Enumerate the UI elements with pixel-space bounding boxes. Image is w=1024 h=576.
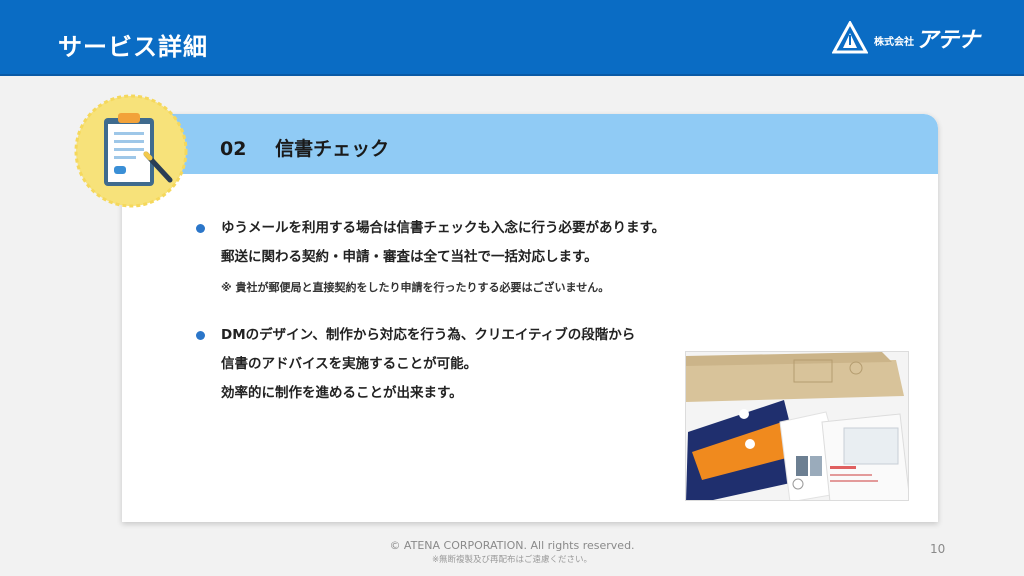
page-title: サービス詳細	[58, 33, 208, 61]
bullet-block-1: ゆうメールを利用する場合は信書チェックも入念に行う必要があります。 郵送に関わる…	[196, 219, 665, 295]
bullet-dot	[196, 224, 205, 233]
clipboard-badge	[74, 94, 188, 208]
bullet-line: 信書のアドバイスを実施することが可能。	[221, 356, 478, 372]
clipboard-icon	[74, 94, 188, 208]
envelope-photo	[685, 351, 909, 501]
bullet-line: 郵送に関わる契約・申請・審査は全て当社で一括対応します。	[221, 249, 598, 265]
bullet-block-2: DMのデザイン、制作から対応を行う為、クリエイティブの段階から 信書のアドバイス…	[196, 326, 635, 413]
card-heading: 02 信書チェック	[220, 134, 389, 161]
section-title: 信書チェック	[275, 138, 390, 160]
bullet-line: DMのデザイン、制作から対応を行う為、クリエイティブの段階から	[221, 327, 636, 343]
envelopes-image	[686, 352, 908, 500]
footer-note: ※無断複製及び再配布はご遠慮ください。	[431, 555, 593, 565]
logo-small-text: 株式会社	[874, 36, 914, 48]
section-number: 02	[220, 138, 247, 160]
page-number: 10	[930, 542, 946, 556]
bullet-note: ※ 貴社が郵便局と直接契約をしたり申請を行ったりする必要はございません。	[221, 281, 610, 294]
copyright-text: © ATENA CORPORATION. All rights reserved…	[389, 539, 635, 552]
bullet-line: 効率的に制作を進めることが出来ます。	[221, 385, 463, 401]
bullet-line: ゆうメールを利用する場合は信書チェックも入念に行う必要があります。	[221, 220, 666, 236]
header-bar: サービス詳細 株式会社 アテナ	[0, 0, 1024, 76]
company-logo: 株式会社 アテナ	[832, 20, 1002, 56]
logo-main-text: アテナ	[916, 28, 980, 53]
atena-logo-icon	[832, 21, 868, 54]
bullet-dot	[196, 331, 205, 340]
